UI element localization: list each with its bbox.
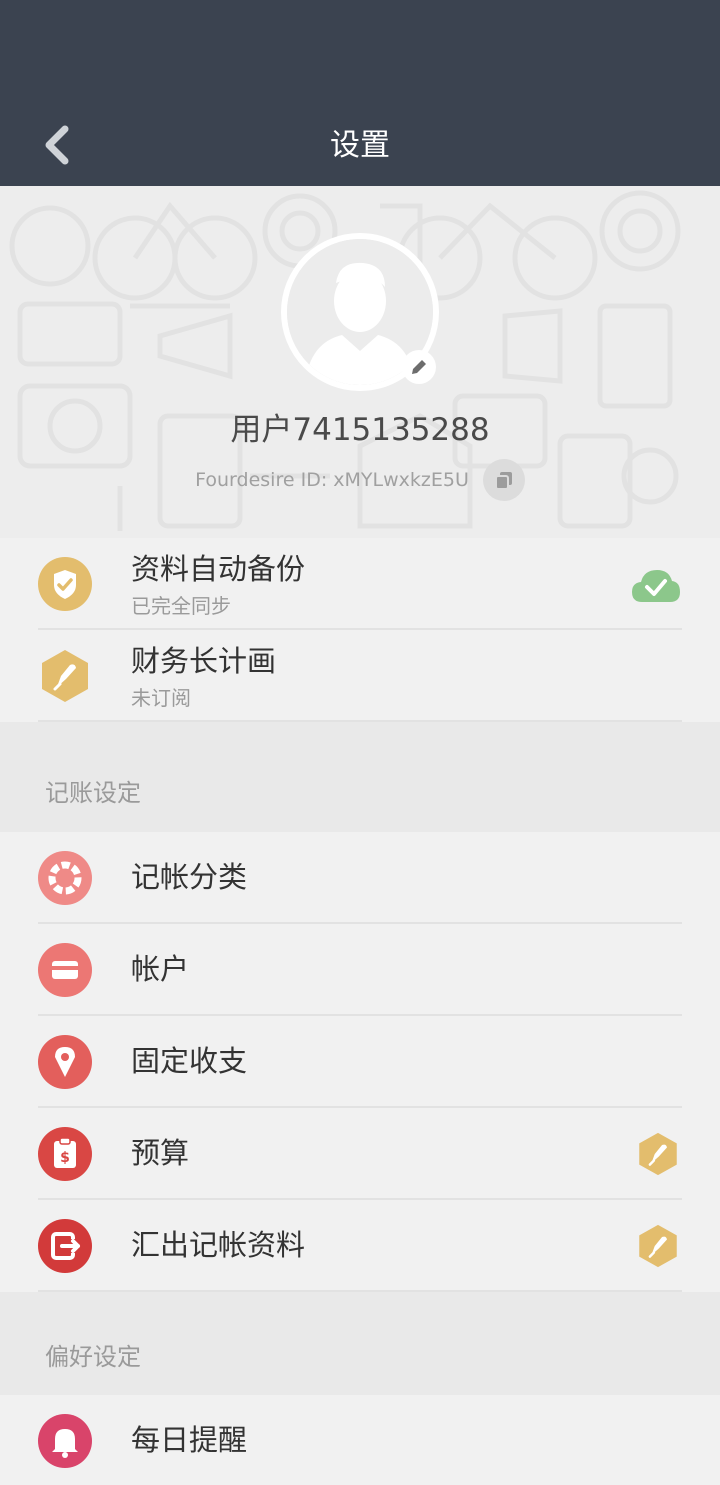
export-icon (38, 1219, 92, 1273)
page-title: 设置 (330, 128, 390, 163)
list-item-accounts[interactable]: 帐户 (0, 924, 720, 1016)
list-item-categories[interactable]: 记帐分类 (0, 832, 720, 924)
list-item-daily-reminder[interactable]: 每日提醒 (0, 1395, 720, 1485)
copy-id-button[interactable] (482, 459, 525, 501)
list-item-budget[interactable]: $ 预算 (0, 1108, 720, 1200)
section-title: 记账设定 (45, 779, 141, 807)
section-title: 偏好设定 (45, 1343, 141, 1371)
fixed-pin-icon (38, 1035, 92, 1089)
shield-check-icon (38, 557, 92, 611)
copy-icon (494, 472, 512, 490)
list-item-label: 每日提醒 (131, 1423, 248, 1457)
profile-banner: 用户7415135288 Fourdesire ID: xMYLwxkzE5U (0, 186, 720, 538)
pen-nib-hexagon-icon (639, 1132, 677, 1176)
list-item-subtitle: 已完全同步 (131, 594, 231, 618)
username: 用户7415135288 (230, 412, 490, 448)
pencil-icon (412, 360, 426, 374)
pen-nib-hexagon-icon (639, 1224, 677, 1268)
bell-icon (38, 1414, 92, 1468)
list-item-label: 帐户 (131, 952, 190, 986)
section-header-preferences: 偏好设定 (0, 1292, 720, 1395)
list-item-auto-backup[interactable]: 资料自动备份 已完全同步 (0, 538, 720, 630)
budget-clipboard-icon: $ (38, 1127, 92, 1181)
top-bar: 设置 (0, 0, 720, 186)
list-item-label: 固定收支 (131, 1044, 248, 1078)
list-item-label: 汇出记帐资料 (131, 1228, 306, 1262)
list-item-export-data[interactable]: 汇出记帐资料 (0, 1200, 720, 1292)
card-icon (38, 943, 92, 997)
list-item-label: 记帐分类 (131, 860, 248, 894)
section-header-bookkeeping: 记账设定 (0, 722, 720, 832)
svg-text:$: $ (60, 1150, 70, 1166)
pen-nib-hexagon-icon (42, 650, 88, 702)
list-item-label: 财务长计画 (131, 644, 277, 678)
fourdesire-id-text: Fourdesire ID: xMYLwxkzE5U (195, 469, 469, 491)
list-item-label: 预算 (131, 1136, 190, 1170)
list-item-label: 资料自动备份 (131, 552, 306, 586)
category-ring-icon (38, 851, 92, 905)
list-item-fixed-income-expense[interactable]: 固定收支 (0, 1016, 720, 1108)
list-item-subtitle: 未订阅 (131, 686, 191, 710)
list-item-cfo-plan[interactable]: 财务长计画 未订阅 (0, 630, 720, 722)
edit-avatar-button[interactable] (402, 350, 436, 384)
cloud-check-icon (632, 570, 680, 602)
fourdesire-id-row: Fourdesire ID: xMYLwxkzE5U (0, 459, 720, 501)
